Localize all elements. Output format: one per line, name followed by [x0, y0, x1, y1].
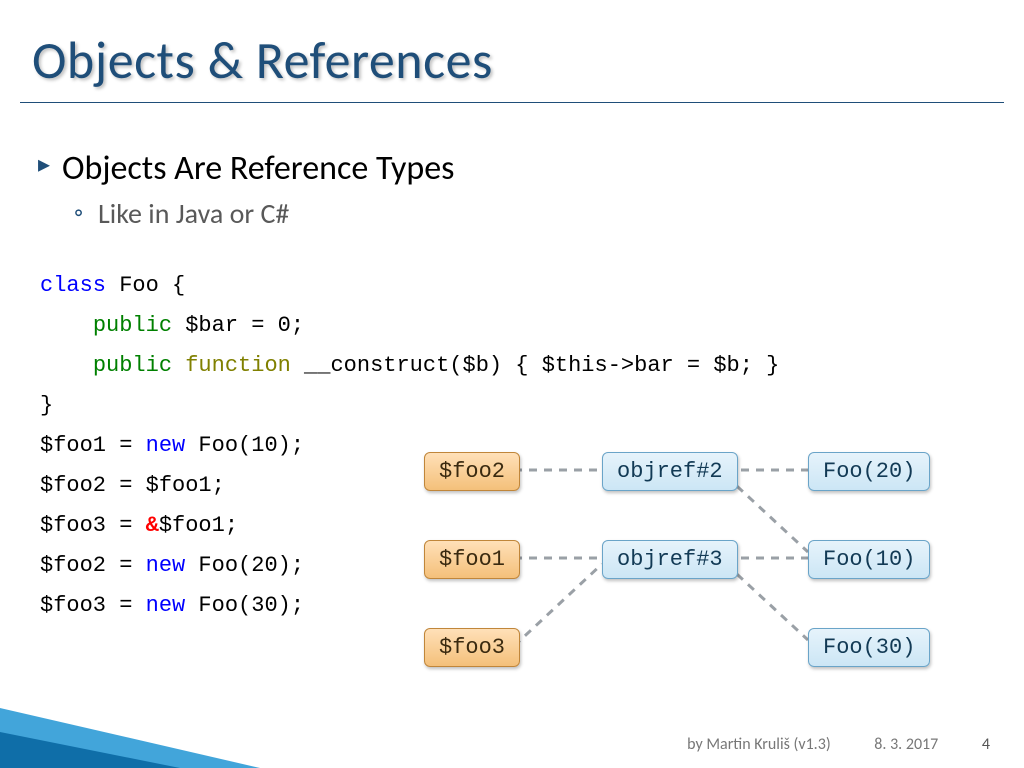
footer-author: by Martin Kruliš (v1.3)	[687, 735, 831, 754]
var-box-foo2: $foo2	[424, 452, 520, 491]
code-text: $foo1;	[159, 513, 238, 538]
code-text: Foo(10);	[185, 433, 304, 458]
slide-title: Objects & References	[32, 28, 493, 92]
code-text: }	[40, 393, 53, 418]
bullet-level2: Like in Java or C#	[98, 196, 289, 231]
objref-box-2: objref#2	[602, 452, 738, 491]
keyword-public: public	[93, 353, 172, 378]
code-text: $foo2 =	[40, 553, 146, 578]
code-text: __construct($b) { $this->bar = $b; }	[291, 353, 779, 378]
keyword-class: class	[40, 273, 106, 298]
decorative-corner-overlay	[0, 732, 180, 768]
code-text: Foo(30);	[185, 593, 304, 618]
obj-box-foo30: Foo(30)	[808, 628, 930, 667]
keyword-new: new	[146, 593, 186, 618]
code-text: $foo3 =	[40, 593, 146, 618]
keyword-public: public	[93, 313, 172, 338]
objref-box-3: objref#3	[602, 540, 738, 579]
slide-footer: by Martin Kruliš (v1.3) 8. 3. 2017 4	[647, 735, 990, 754]
var-box-foo3: $foo3	[424, 628, 520, 667]
keyword-new: new	[146, 433, 186, 458]
obj-box-foo10: Foo(10)	[808, 540, 930, 579]
code-text: $foo2 = $foo1;	[40, 473, 225, 498]
var-box-foo1: $foo1	[424, 540, 520, 579]
code-text: $foo3 =	[40, 513, 146, 538]
code-text: Foo(20);	[185, 553, 304, 578]
keyword-new: new	[146, 553, 186, 578]
code-text: $foo1 =	[40, 433, 146, 458]
obj-box-foo20: Foo(20)	[808, 452, 930, 491]
ampersand: &	[146, 513, 159, 538]
title-underline	[20, 102, 1004, 103]
footer-page: 4	[982, 735, 990, 754]
code-text: Foo {	[106, 273, 185, 298]
footer-date: 8. 3. 2017	[874, 735, 938, 754]
code-text: $bar = 0;	[172, 313, 304, 338]
bullet-level1: Objects Are Reference Types	[62, 148, 454, 189]
keyword-function: function	[172, 353, 291, 378]
